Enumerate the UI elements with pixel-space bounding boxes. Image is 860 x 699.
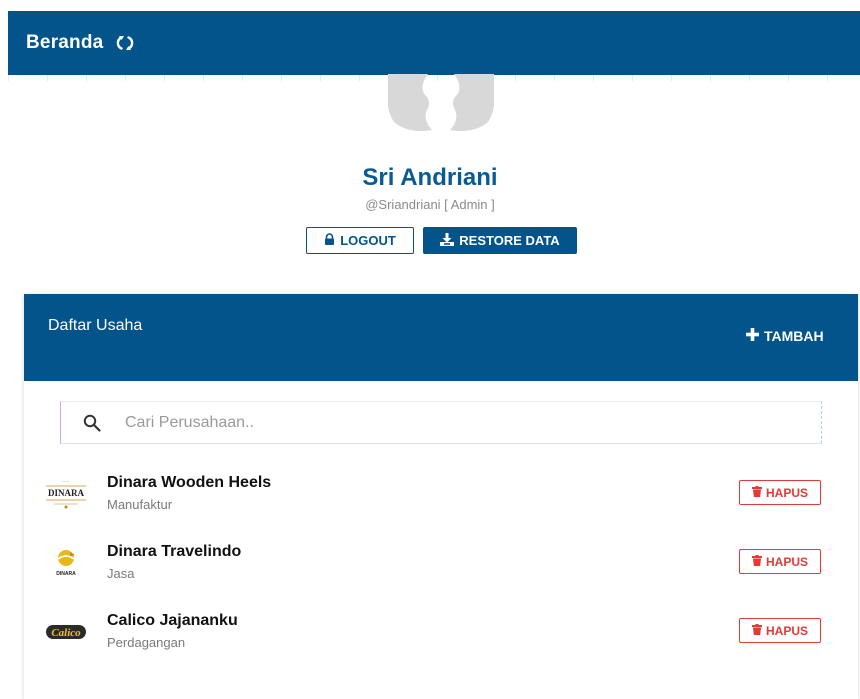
business-type: Manufaktur xyxy=(107,497,173,512)
download-icon xyxy=(440,232,455,249)
restore-data-button[interactable]: RESTORE DATA xyxy=(423,227,577,254)
business-list-title: Daftar Usaha xyxy=(48,317,143,334)
logout-button[interactable]: LOGOUT xyxy=(306,227,414,254)
business-logo: Calico xyxy=(42,615,90,649)
business-list-item[interactable]: DINARA Dinara Travelindo Jasa HAPUS xyxy=(24,543,858,603)
trash-icon xyxy=(751,623,762,638)
business-name: Dinara Travelindo xyxy=(107,543,242,560)
trash-icon xyxy=(751,554,762,569)
business-list-item[interactable]: ~ ~ DINARA Dinara Wooden Heels Manufaktu… xyxy=(24,474,858,534)
page-title: Beranda xyxy=(26,32,104,53)
user-handle: @Sriandriani [ Admin ] xyxy=(365,197,495,212)
svg-text:DINARA: DINARA xyxy=(48,488,85,498)
business-type: Jasa xyxy=(107,566,135,581)
delete-label: HAPUS xyxy=(765,623,808,638)
svg-text:Calico: Calico xyxy=(51,627,81,639)
search-icon xyxy=(83,414,101,432)
avatar xyxy=(388,74,494,134)
svg-text:~ ~: ~ ~ xyxy=(63,480,70,485)
search-bar xyxy=(60,401,822,444)
business-list-header: Daftar Usaha TAMBAH xyxy=(24,294,858,381)
add-business-button[interactable]: TAMBAH xyxy=(746,328,824,344)
logout-label: LOGOUT xyxy=(340,233,396,248)
delete-business-button[interactable]: HAPUS xyxy=(739,480,821,505)
top-app-bar: Beranda xyxy=(8,11,860,75)
business-logo: ~ ~ DINARA xyxy=(42,477,90,511)
business-name: Dinara Wooden Heels xyxy=(107,474,272,491)
delete-business-button[interactable]: HAPUS xyxy=(739,618,821,643)
delete-business-button[interactable]: HAPUS xyxy=(739,549,821,574)
trash-icon xyxy=(751,485,762,500)
business-logo: DINARA xyxy=(42,546,90,580)
business-list-card: Daftar Usaha TAMBAH ~ ~ DINAR xyxy=(24,294,858,699)
lock-icon xyxy=(324,233,335,248)
user-name: Sri Andriani xyxy=(362,164,498,191)
restore-data-label: RESTORE DATA xyxy=(459,233,560,248)
refresh-icon[interactable] xyxy=(115,33,135,53)
business-type: Perdagangan xyxy=(107,635,186,650)
delete-label: HAPUS xyxy=(765,554,808,569)
add-business-label: TAMBAH xyxy=(764,328,824,344)
business-list-item[interactable]: Calico Calico Jajananku Perdagangan HAPU… xyxy=(24,612,858,672)
delete-label: HAPUS xyxy=(765,485,808,500)
svg-text:DINARA: DINARA xyxy=(56,571,76,577)
plus-icon xyxy=(746,328,759,344)
business-name: Calico Jajananku xyxy=(107,612,238,629)
search-input[interactable] xyxy=(123,406,767,439)
